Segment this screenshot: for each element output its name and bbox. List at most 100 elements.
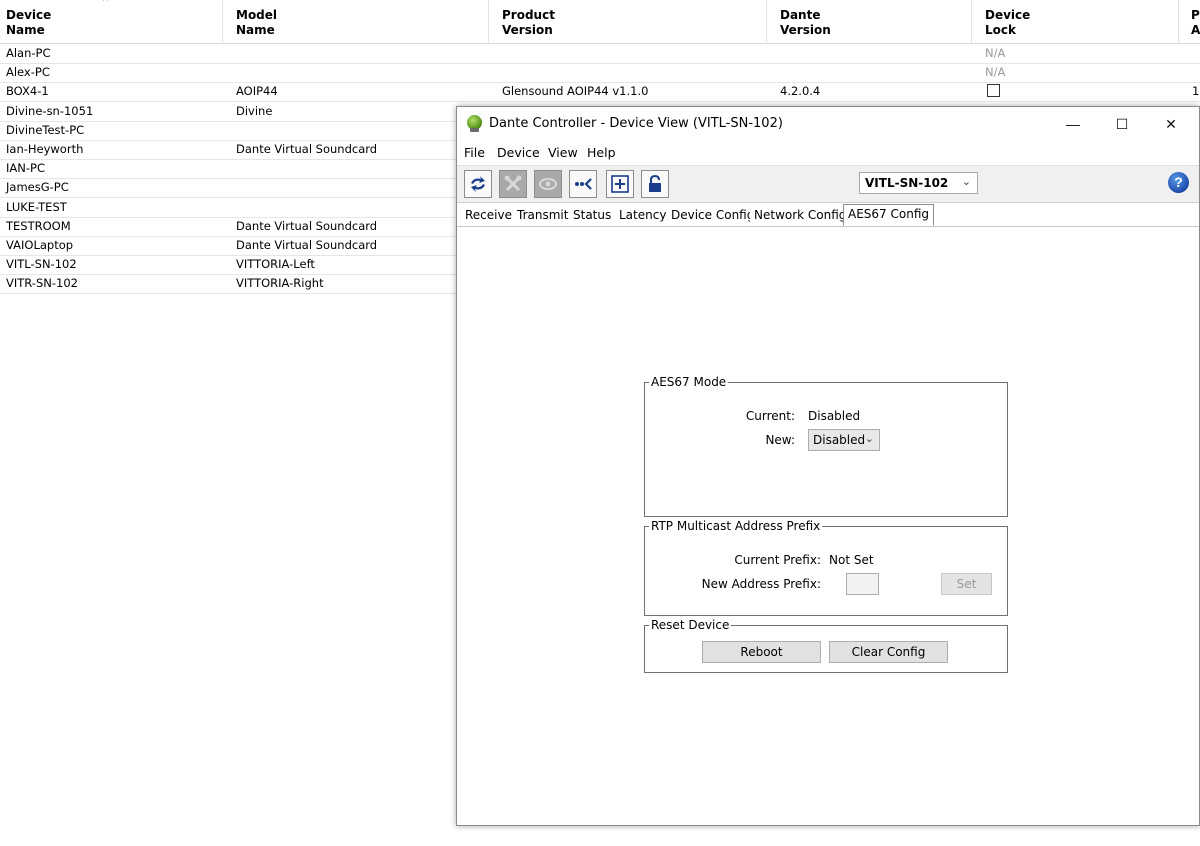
aes67-current-label: Current:	[745, 409, 795, 423]
rtp-current-prefix-value: Not Set	[829, 553, 874, 567]
cell-model: Dante Virtual Soundcard	[236, 218, 378, 233]
column-separator[interactable]	[1178, 0, 1179, 43]
header-device-name[interactable]: Device Name	[6, 8, 51, 38]
header-text: Version	[780, 23, 831, 37]
device-select[interactable]: VITL-SN-102 ⌄	[859, 172, 978, 194]
aes67-current-value: Disabled	[808, 409, 861, 423]
header-text: Device	[6, 8, 52, 22]
reset-device-group: Reset Device Reboot Clear Config	[644, 618, 1008, 673]
tools-icon	[504, 175, 522, 192]
cell-name: IAN-PC	[6, 161, 45, 176]
table-header: ^ Device Name Model Name Product Version…	[0, 0, 1200, 44]
aes67-mode-select[interactable]: Disabled ⌄	[808, 429, 880, 451]
cell-name: Alan-PC	[6, 46, 51, 60]
cell-model: VITTORIA-Right	[236, 276, 324, 291]
tab-bar: Receive Transmit Status Latency Device C…	[457, 204, 1199, 227]
tab-transmit[interactable]: Transmit	[513, 206, 574, 224]
rtp-new-prefix-input[interactable]	[846, 573, 879, 595]
header-text: Name	[236, 23, 275, 37]
cell-name: VITR-SN-102	[6, 276, 78, 291]
lock-button[interactable]	[641, 170, 669, 198]
tab-status[interactable]: Status	[569, 206, 617, 224]
cell-name: Alex-PC	[6, 65, 50, 80]
cell-dante: 4.2.0.4	[780, 84, 821, 99]
cell-lock: N/A	[985, 46, 1006, 60]
connect-icon	[575, 178, 592, 190]
reset-device-legend: Reset Device	[649, 618, 732, 632]
table-row[interactable]: Alan-PC N/A	[0, 44, 1200, 64]
cell-name: JamesG-PC	[6, 180, 69, 195]
title-bar[interactable]: Dante Controller - Device View (VITL-SN-…	[457, 107, 1199, 140]
device-view-window: Dante Controller - Device View (VITL-SN-…	[456, 106, 1200, 826]
add-icon	[611, 175, 629, 193]
table-row[interactable]: Alex-PC N/A	[0, 63, 1200, 84]
header-product-version[interactable]: Product Version	[502, 8, 555, 38]
tab-network-config[interactable]: Network Config	[750, 206, 852, 224]
set-button[interactable]: Set	[941, 573, 992, 595]
tab-aes67-config[interactable]: AES67 Config	[843, 204, 934, 226]
tab-latency[interactable]: Latency	[615, 206, 672, 224]
menu-view[interactable]: View	[548, 145, 578, 160]
rtp-current-prefix-label: Current Prefix:	[734, 553, 821, 567]
connect-button[interactable]	[569, 170, 597, 198]
table-row[interactable]: BOX4-1 AOIP44 Glensound AOIP44 v1.1.0 4.2.0…	[0, 82, 1200, 103]
cell-name: TESTROOM	[6, 218, 71, 233]
add-button[interactable]	[606, 170, 634, 198]
dante-app-icon	[467, 115, 482, 132]
menu-device[interactable]: Device	[497, 145, 540, 160]
toolbar: VITL-SN-102 ⌄ ?	[457, 165, 1199, 203]
chevron-down-icon: ⌄	[864, 433, 874, 445]
help-icon[interactable]: ?	[1168, 172, 1189, 193]
cell-model: VITTORIA-Left	[236, 257, 315, 272]
header-device-lock[interactable]: Device Lock	[985, 8, 1030, 38]
aes67-mode-legend: AES67 Mode	[649, 375, 729, 389]
tab-device-config[interactable]: Device Config	[667, 206, 760, 224]
refresh-button[interactable]	[464, 170, 492, 198]
aes67-new-label: New:	[765, 433, 795, 447]
tab-receive[interactable]: Receive	[461, 206, 517, 224]
cell-model: AOIP44	[236, 84, 278, 99]
device-lock-checkbox[interactable]	[987, 84, 1000, 98]
menu-bar: File Device View Help	[457, 142, 1199, 162]
header-text: Dante	[780, 8, 821, 22]
window-title: Dante Controller - Device View (VITL-SN-…	[489, 116, 783, 131]
aes67-mode-group: AES67 Mode Current: Disabled New: Disabl…	[644, 375, 1008, 517]
cell-lock: N/A	[985, 65, 1006, 80]
header-text: Model	[236, 8, 278, 22]
header-model-name[interactable]: Model Name	[236, 8, 277, 38]
column-separator[interactable]	[971, 0, 972, 43]
eye-icon	[539, 178, 557, 190]
reboot-button[interactable]: Reboot	[702, 641, 821, 663]
minimize-button[interactable]: —	[1058, 113, 1088, 135]
cell-name: LUKE-TEST	[6, 199, 67, 214]
column-separator[interactable]	[222, 0, 223, 43]
menu-help[interactable]: Help	[587, 145, 616, 160]
header-text: Name	[6, 23, 45, 37]
menu-file[interactable]: File	[464, 145, 485, 160]
column-separator[interactable]	[766, 0, 767, 43]
header-dante-version[interactable]: Dante Version	[780, 8, 831, 38]
device-select-value: VITL-SN-102	[865, 176, 949, 190]
header-text: A	[1191, 23, 1200, 37]
view-button[interactable]	[534, 170, 562, 198]
rtp-prefix-group: RTP Multicast Address Prefix Current Pre…	[644, 519, 1008, 616]
cell-name: DivineTest-PC	[6, 122, 85, 137]
column-separator[interactable]	[488, 0, 489, 43]
header-extra[interactable]: P A	[1191, 8, 1200, 38]
cell-name: Divine-sn-1051	[6, 103, 94, 118]
maximize-button[interactable]: ☐	[1107, 113, 1137, 135]
rtp-prefix-legend: RTP Multicast Address Prefix	[649, 519, 823, 533]
header-text: Device	[985, 8, 1031, 22]
refresh-icon	[471, 176, 485, 192]
close-button[interactable]: ✕	[1156, 113, 1186, 135]
clear-config-button[interactable]: Clear Config	[829, 641, 948, 663]
header-text: Product	[502, 8, 555, 22]
chevron-down-icon: ⌄	[961, 176, 971, 188]
cell-extra: 1	[1192, 84, 1200, 99]
cell-name: VITL-SN-102	[6, 257, 77, 272]
aes67-mode-select-value: Disabled	[813, 433, 866, 447]
cell-product: Glensound AOIP44 v1.1.0	[502, 84, 649, 99]
cell-model: Divine	[236, 103, 273, 118]
tools-button[interactable]	[499, 170, 527, 198]
cell-name: Ian-Heyworth	[6, 142, 84, 156]
